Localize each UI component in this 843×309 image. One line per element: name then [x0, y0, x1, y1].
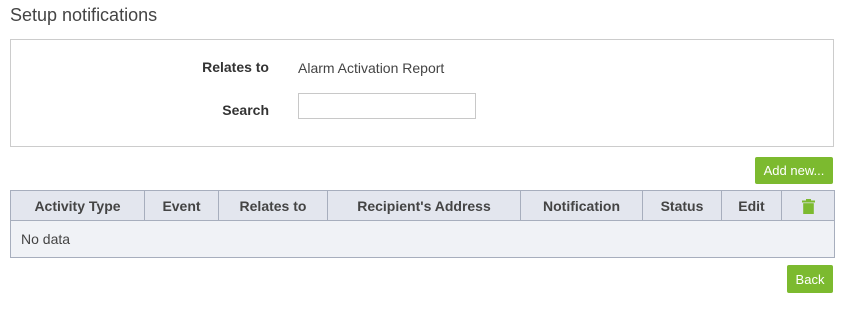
column-header-edit[interactable]: Edit — [721, 190, 782, 221]
search-label: Search — [222, 102, 269, 118]
column-header-event[interactable]: Event — [144, 190, 219, 221]
table-row: No data — [10, 220, 835, 258]
column-header-recipients-address[interactable]: Recipient's Address — [327, 190, 521, 221]
relates-to-value: Alarm Activation Report — [298, 60, 445, 76]
table-header-row: Activity Type Event Relates to Recipient… — [10, 190, 835, 221]
search-input[interactable] — [298, 93, 476, 119]
add-new-button[interactable]: Add new... — [755, 157, 833, 184]
column-header-delete[interactable] — [781, 190, 835, 221]
notifications-table: Activity Type Event Relates to Recipient… — [10, 190, 835, 258]
relates-to-label: Relates to — [202, 59, 269, 75]
column-header-status[interactable]: Status — [642, 190, 722, 221]
filter-panel: Relates to Alarm Activation Report Searc… — [10, 39, 834, 147]
back-button[interactable]: Back — [787, 265, 833, 293]
column-header-activity-type[interactable]: Activity Type — [10, 190, 145, 221]
page-title: Setup notifications — [10, 5, 158, 25]
trash-icon[interactable] — [801, 198, 815, 214]
empty-table-message: No data — [10, 220, 835, 258]
column-header-notification[interactable]: Notification — [520, 190, 643, 221]
column-header-relates-to[interactable]: Relates to — [218, 190, 328, 221]
